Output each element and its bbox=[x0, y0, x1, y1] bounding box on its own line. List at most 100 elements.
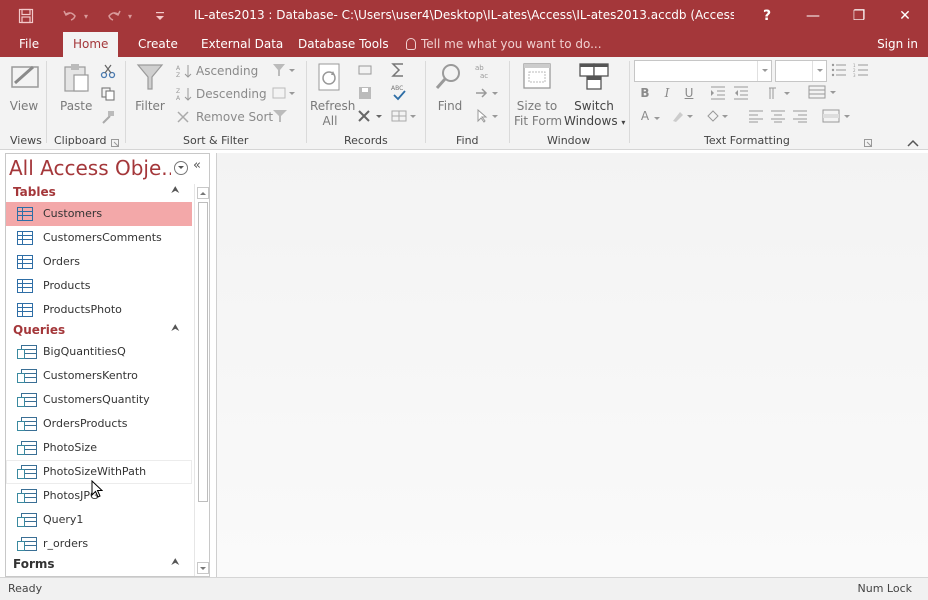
align-center-icon[interactable] bbox=[770, 109, 786, 123]
switch-windows-button[interactable]: Switch Windows ▾ bbox=[564, 61, 625, 130]
tab-database-tools[interactable]: Database Tools bbox=[298, 32, 389, 57]
gridlines-icon[interactable] bbox=[808, 85, 838, 99]
switch-label-text: Windows bbox=[564, 114, 618, 128]
shutter-bar-close-icon[interactable]: « bbox=[193, 158, 201, 173]
align-left-icon[interactable] bbox=[748, 109, 764, 123]
increase-indent-icon[interactable] bbox=[710, 86, 726, 100]
nav-item-products[interactable]: Products bbox=[6, 274, 192, 298]
nav-item-bigquantitiesq[interactable]: BigQuantitiesQ bbox=[6, 340, 192, 364]
tab-file[interactable]: File bbox=[19, 32, 39, 57]
tab-external-data[interactable]: External Data bbox=[201, 32, 283, 57]
format-painter-icon[interactable] bbox=[100, 109, 116, 124]
text-formatting-launcher-icon[interactable] bbox=[864, 136, 873, 147]
redo-icon[interactable] bbox=[104, 6, 124, 26]
delete-record-icon[interactable] bbox=[357, 109, 383, 123]
view-button[interactable]: View bbox=[9, 61, 39, 114]
size-to-fit-form-button[interactable]: Size to Fit Form bbox=[514, 61, 562, 129]
sign-in-link[interactable]: Sign in bbox=[877, 32, 918, 57]
copy-icon[interactable] bbox=[100, 86, 116, 101]
font-name-combo[interactable] bbox=[634, 60, 772, 82]
new-record-icon[interactable] bbox=[357, 63, 373, 77]
select-icon[interactable] bbox=[475, 108, 501, 123]
nav-item-productsphoto[interactable]: ProductsPhoto bbox=[6, 298, 192, 322]
nav-item-ordersproducts[interactable]: OrdersProducts bbox=[6, 412, 192, 436]
close-button[interactable]: ✕ bbox=[882, 0, 928, 32]
size-to-fit-icon bbox=[521, 61, 553, 93]
undo-icon[interactable] bbox=[60, 6, 80, 26]
refresh-all-button[interactable]: Refresh All bbox=[310, 61, 355, 129]
bullets-icon[interactable] bbox=[831, 63, 847, 77]
save-icon[interactable] bbox=[16, 6, 36, 26]
restore-button[interactable]: ❐ bbox=[836, 0, 882, 32]
clipboard-launcher-icon[interactable] bbox=[111, 136, 120, 147]
nav-item-customersquantity[interactable]: CustomersQuantity bbox=[6, 388, 192, 412]
help-button[interactable]: ? bbox=[744, 0, 790, 32]
nav-item-customerskentro[interactable]: CustomersKentro bbox=[6, 364, 192, 388]
section-collapse-icon[interactable]: ⮝ bbox=[171, 557, 180, 568]
tab-home[interactable]: Home bbox=[63, 32, 119, 57]
underline-button[interactable]: U bbox=[680, 84, 698, 102]
goto-icon[interactable] bbox=[475, 86, 501, 100]
nav-item-customerscomments[interactable]: CustomersComments bbox=[6, 226, 192, 250]
paste-button[interactable]: Paste bbox=[60, 61, 92, 114]
section-queries[interactable]: Queries ⮝ bbox=[6, 320, 193, 342]
font-color-dropdown-icon[interactable] bbox=[652, 112, 662, 126]
fill-color-icon[interactable] bbox=[705, 109, 731, 123]
remove-sort-button[interactable]: Remove Sort bbox=[176, 107, 273, 127]
numbering-icon[interactable]: 123 bbox=[853, 63, 869, 78]
tab-create[interactable]: Create bbox=[138, 32, 178, 57]
redo-dropdown-icon[interactable]: ▾ bbox=[124, 6, 136, 26]
descending-button[interactable]: Z A Descending bbox=[176, 84, 267, 104]
paragraph-direction-icon[interactable] bbox=[765, 86, 791, 100]
nav-title[interactable]: All Access Obje... bbox=[9, 156, 171, 180]
minimize-button[interactable]: — bbox=[790, 0, 836, 32]
nav-item-r-orders[interactable]: r_orders bbox=[6, 532, 192, 556]
font-size-dropdown-icon[interactable] bbox=[812, 61, 826, 81]
font-name-dropdown-icon[interactable] bbox=[757, 61, 771, 81]
nav-item-customers[interactable]: Customers bbox=[6, 202, 192, 226]
selection-filter-icon[interactable] bbox=[272, 63, 296, 77]
bold-button[interactable]: B bbox=[636, 84, 654, 102]
toggle-filter-icon[interactable] bbox=[272, 109, 288, 123]
ascending-button[interactable]: A Z Ascending bbox=[176, 61, 258, 81]
decrease-indent-icon[interactable] bbox=[733, 86, 749, 100]
filter-button[interactable]: Filter bbox=[134, 61, 166, 114]
section-collapse-icon[interactable]: ⮝ bbox=[171, 185, 180, 196]
section-tables[interactable]: Tables ⮝ bbox=[6, 182, 193, 204]
highlight-icon[interactable] bbox=[670, 109, 696, 123]
align-right-icon[interactable] bbox=[792, 109, 808, 123]
cut-icon[interactable] bbox=[100, 63, 116, 79]
status-num-lock: Num Lock bbox=[857, 582, 913, 595]
paste-label: Paste bbox=[60, 99, 93, 113]
nav-menu-dropdown-icon[interactable] bbox=[174, 161, 188, 175]
collapse-ribbon-icon[interactable] bbox=[907, 136, 919, 147]
nav-item-label: Customers bbox=[43, 207, 103, 220]
more-records-icon[interactable] bbox=[391, 109, 417, 123]
customize-icon[interactable] bbox=[150, 6, 170, 26]
group-separator bbox=[425, 61, 426, 143]
tell-me-box[interactable]: Tell me what you want to do... bbox=[406, 32, 602, 57]
nav-header: All Access Obje... « bbox=[6, 154, 209, 184]
nav-item-orders[interactable]: Orders bbox=[6, 250, 192, 274]
find-button[interactable]: Find bbox=[434, 61, 466, 114]
spelling-icon[interactable]: ABC bbox=[391, 84, 407, 101]
nav-scrollbar[interactable] bbox=[194, 184, 209, 576]
section-collapse-icon[interactable]: ⮝ bbox=[171, 323, 180, 334]
section-forms[interactable]: Forms ⮝ bbox=[6, 554, 193, 576]
save-record-icon[interactable] bbox=[357, 86, 373, 100]
scroll-down-icon[interactable] bbox=[197, 562, 209, 574]
nav-item-photosize[interactable]: PhotoSize bbox=[6, 436, 192, 460]
font-size-combo[interactable] bbox=[775, 60, 827, 82]
nav-item-query1[interactable]: Query1 bbox=[6, 508, 192, 532]
advanced-filter-icon[interactable] bbox=[272, 86, 296, 100]
totals-icon[interactable] bbox=[391, 63, 407, 77]
table-icon bbox=[17, 207, 33, 221]
alternate-row-color-icon[interactable] bbox=[822, 109, 852, 123]
scroll-thumb[interactable] bbox=[198, 202, 208, 502]
scroll-up-icon[interactable] bbox=[197, 187, 209, 199]
undo-dropdown-icon[interactable]: ▾ bbox=[80, 6, 92, 26]
view-label: View bbox=[9, 99, 39, 113]
italic-button[interactable]: I bbox=[658, 84, 676, 102]
group-separator bbox=[306, 61, 307, 143]
replace-icon[interactable]: ab ac bbox=[475, 63, 491, 80]
